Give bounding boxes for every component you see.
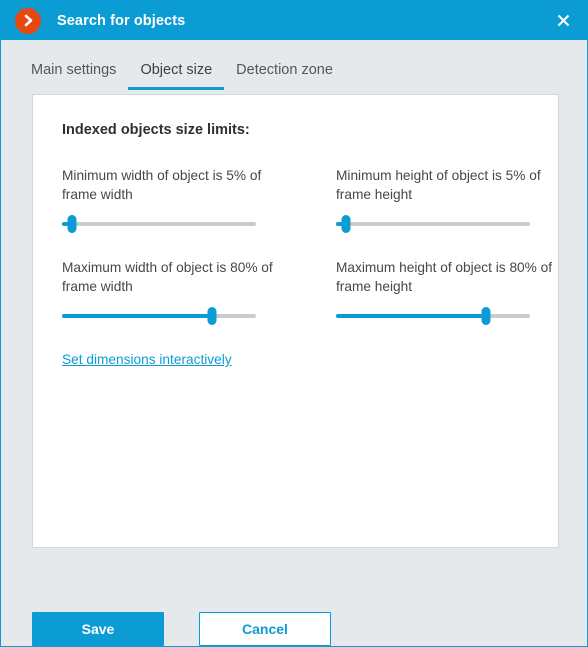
max-width-label: Maximum width of object is 80% of frame … (62, 260, 273, 294)
slider-fill (62, 314, 212, 318)
chevron-right-circle-icon (15, 7, 41, 34)
min-width-slider[interactable] (62, 215, 256, 233)
max-width-field: Maximum width of object is 80% of frame … (62, 258, 284, 325)
slider-fill (336, 314, 486, 318)
slider-thumb[interactable] (67, 215, 77, 233)
slider-track (62, 222, 256, 226)
min-height-field: Minimum height of object is 5% of frame … (336, 166, 558, 233)
title-bar: Search for objects (1, 1, 587, 40)
object-size-panel: Indexed objects size limits: Minimum wid… (32, 94, 559, 548)
max-height-label: Maximum height of object is 80% of frame… (336, 260, 553, 294)
min-width-label: Minimum width of object is 5% of frame w… (62, 168, 262, 202)
search-for-objects-dialog: Search for objects Main settings Object … (0, 0, 588, 647)
tab-bar: Main settings Object size Detection zone (1, 40, 587, 90)
max-height-slider[interactable] (336, 307, 530, 325)
slider-thumb[interactable] (341, 215, 351, 233)
max-width-slider[interactable] (62, 307, 256, 325)
tab-object-size[interactable]: Object size (128, 62, 225, 90)
min-height-slider[interactable] (336, 215, 530, 233)
panel-heading: Indexed objects size limits: (62, 122, 250, 138)
max-height-field: Maximum height of object is 80% of frame… (336, 258, 558, 325)
height-column: Minimum height of object is 5% of frame … (336, 166, 558, 369)
min-height-label: Minimum height of object is 5% of frame … (336, 168, 541, 202)
window-title: Search for objects (57, 12, 186, 29)
cancel-button[interactable]: Cancel (199, 612, 331, 646)
min-width-field: Minimum width of object is 5% of frame w… (62, 166, 284, 233)
tab-detection-zone[interactable]: Detection zone (224, 62, 345, 90)
slider-thumb[interactable] (207, 307, 217, 325)
save-button[interactable]: Save (32, 612, 164, 646)
slider-thumb[interactable] (481, 307, 491, 325)
close-icon[interactable] (539, 1, 587, 40)
fields-columns: Minimum width of object is 5% of frame w… (62, 166, 552, 369)
slider-track (336, 222, 530, 226)
set-dimensions-interactively-link[interactable]: Set dimensions interactively (62, 352, 232, 367)
tab-main-settings[interactable]: Main settings (31, 62, 128, 90)
width-column: Minimum width of object is 5% of frame w… (62, 166, 284, 369)
dialog-footer: Save Cancel (1, 590, 587, 646)
content-area: Indexed objects size limits: Minimum wid… (1, 90, 587, 590)
